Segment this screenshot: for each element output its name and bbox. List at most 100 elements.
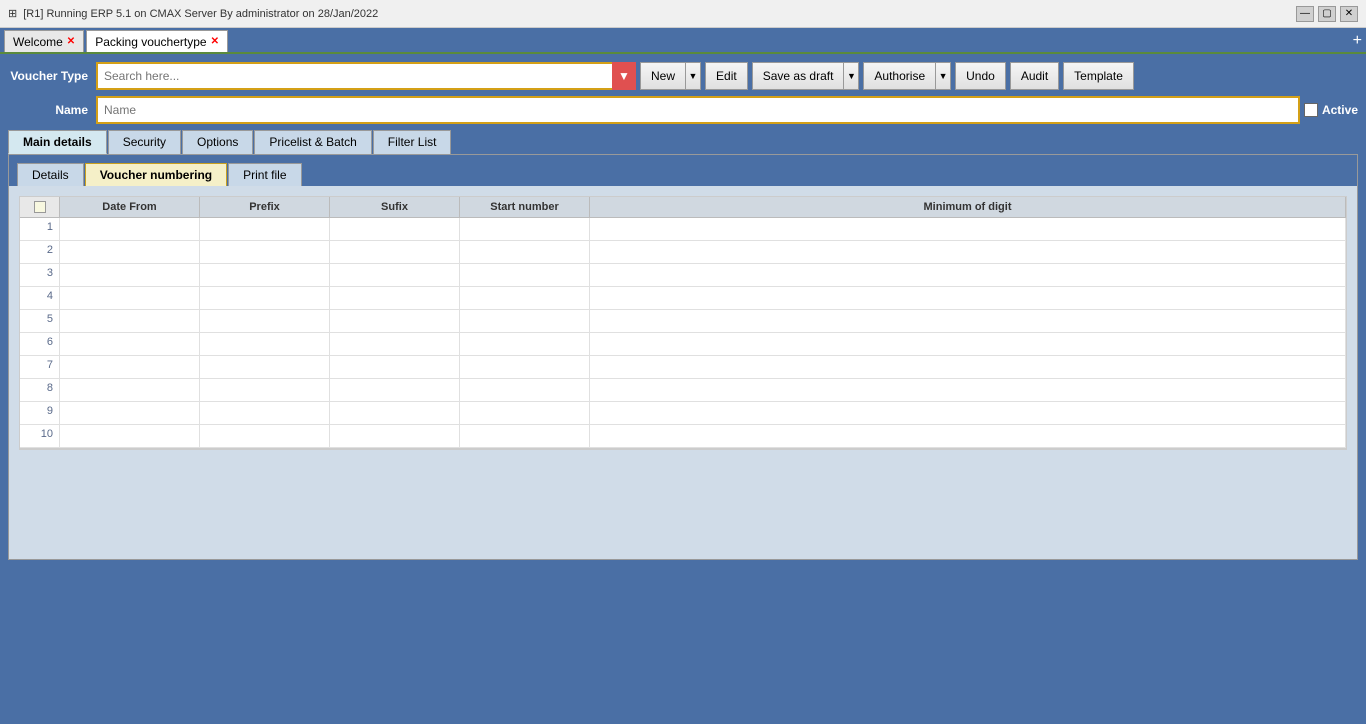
row-10-date-from[interactable] [60, 425, 200, 447]
minimize-button[interactable]: — [1296, 6, 1314, 22]
row-1-min-digit[interactable] [590, 218, 1346, 240]
table-row: 1 [20, 218, 1346, 241]
row-10-prefix[interactable] [200, 425, 330, 447]
edit-button[interactable]: Edit [705, 62, 748, 90]
row-1-start-number[interactable] [460, 218, 590, 240]
row-2-start-number[interactable] [460, 241, 590, 263]
name-input[interactable] [96, 96, 1300, 124]
row-5-date-from[interactable] [60, 310, 200, 332]
row-3-prefix[interactable] [200, 264, 330, 286]
table-row: 3 [20, 264, 1346, 287]
tab-packing-vouchertype[interactable]: Packing vouchertype ✕ [86, 30, 228, 52]
row-3-date-from[interactable] [60, 264, 200, 286]
row-6-start-number[interactable] [460, 333, 590, 355]
tab-filter-list[interactable]: Filter List [373, 130, 452, 154]
template-button[interactable]: Template [1063, 62, 1134, 90]
row-8-prefix[interactable] [200, 379, 330, 401]
row-2-sufix[interactable] [330, 241, 460, 263]
row-9-start-number[interactable] [460, 402, 590, 424]
row-3-min-digit[interactable] [590, 264, 1346, 286]
sub-tab-details[interactable]: Details [17, 163, 84, 186]
row-10-start-number[interactable] [460, 425, 590, 447]
tab-welcome[interactable]: Welcome ✕ [4, 30, 84, 52]
name-row: Name ✓ Active [8, 96, 1358, 124]
row-9-date-from[interactable] [60, 402, 200, 424]
row-9-prefix[interactable] [200, 402, 330, 424]
row-10-sufix[interactable] [330, 425, 460, 447]
tab-security[interactable]: Security [108, 130, 181, 154]
undo-button[interactable]: Undo [955, 62, 1006, 90]
row-10-min-digit[interactable] [590, 425, 1346, 447]
authorise-dropdown-arrow[interactable]: ▼ [935, 62, 951, 90]
table-row: 5 [20, 310, 1346, 333]
app-icon: ⊞ [8, 7, 17, 20]
row-5-prefix[interactable] [200, 310, 330, 332]
maximize-button[interactable]: ▢ [1318, 6, 1336, 22]
close-button[interactable]: ✕ [1340, 6, 1358, 22]
table-row: 2 [20, 241, 1346, 264]
tab-welcome-close[interactable]: ✕ [67, 36, 75, 47]
row-8-date-from[interactable] [60, 379, 200, 401]
new-dropdown-arrow[interactable]: ▼ [685, 62, 701, 90]
audit-button[interactable]: Audit [1010, 62, 1059, 90]
main-tabs: Main details Security Options Pricelist … [8, 130, 1358, 154]
active-checkbox[interactable]: ✓ [1304, 103, 1318, 117]
save-as-draft-dropdown-arrow[interactable]: ▼ [843, 62, 859, 90]
row-8-sufix[interactable] [330, 379, 460, 401]
row-5-min-digit[interactable] [590, 310, 1346, 332]
table-row: 10 [20, 425, 1346, 448]
row-4-min-digit[interactable] [590, 287, 1346, 309]
row-6-prefix[interactable] [200, 333, 330, 355]
row-5-start-number[interactable] [460, 310, 590, 332]
authorise-button[interactable]: Authorise [863, 62, 935, 90]
row-2-date-from[interactable] [60, 241, 200, 263]
voucher-type-search[interactable] [96, 62, 636, 90]
row-6-date-from[interactable] [60, 333, 200, 355]
tab-packing-vouchertype-close[interactable]: ✕ [211, 36, 219, 47]
row-5-sufix[interactable] [330, 310, 460, 332]
row-4-start-number[interactable] [460, 287, 590, 309]
new-button[interactable]: New [640, 62, 685, 90]
row-num-6: 6 [20, 333, 60, 355]
row-4-prefix[interactable] [200, 287, 330, 309]
row-2-min-digit[interactable] [590, 241, 1346, 263]
row-1-date-from[interactable] [60, 218, 200, 240]
row-8-start-number[interactable] [460, 379, 590, 401]
row-8-min-digit[interactable] [590, 379, 1346, 401]
row-6-min-digit[interactable] [590, 333, 1346, 355]
row-3-start-number[interactable] [460, 264, 590, 286]
tab-add-button[interactable]: + [1353, 32, 1362, 50]
sub-tab-print-file[interactable]: Print file [228, 163, 301, 186]
tab-pricelist-batch[interactable]: Pricelist & Batch [254, 130, 371, 154]
grid-select-all-checkbox[interactable] [34, 201, 46, 213]
row-7-min-digit[interactable] [590, 356, 1346, 378]
row-2-prefix[interactable] [200, 241, 330, 263]
tab-filter-list-label: Filter List [388, 135, 437, 149]
row-1-sufix[interactable] [330, 218, 460, 240]
tab-options[interactable]: Options [182, 130, 253, 154]
row-7-sufix[interactable] [330, 356, 460, 378]
row-7-date-from[interactable] [60, 356, 200, 378]
row-9-sufix[interactable] [330, 402, 460, 424]
row-1-prefix[interactable] [200, 218, 330, 240]
save-as-draft-button[interactable]: Save as draft [752, 62, 844, 90]
grid-header-min-digit: Minimum of digit [590, 197, 1346, 217]
row-num-8: 8 [20, 379, 60, 401]
tab-main-details-label: Main details [23, 135, 92, 149]
row-9-min-digit[interactable] [590, 402, 1346, 424]
voucher-type-dropdown[interactable]: ▼ [612, 62, 636, 90]
window-title: [R1] Running ERP 5.1 on CMAX Server By a… [23, 8, 378, 20]
tab-main-details[interactable]: Main details [8, 130, 107, 154]
row-6-sufix[interactable] [330, 333, 460, 355]
row-3-sufix[interactable] [330, 264, 460, 286]
row-num-10: 10 [20, 425, 60, 447]
row-7-start-number[interactable] [460, 356, 590, 378]
row-4-sufix[interactable] [330, 287, 460, 309]
sub-tab-voucher-numbering-label: Voucher numbering [100, 168, 212, 182]
sub-tab-print-file-label: Print file [243, 168, 286, 182]
row-4-date-from[interactable] [60, 287, 200, 309]
row-7-prefix[interactable] [200, 356, 330, 378]
name-label: Name [8, 103, 88, 117]
sub-tab-voucher-numbering[interactable]: Voucher numbering [85, 163, 227, 186]
form-panel: Details Voucher numbering Print file [8, 154, 1358, 560]
